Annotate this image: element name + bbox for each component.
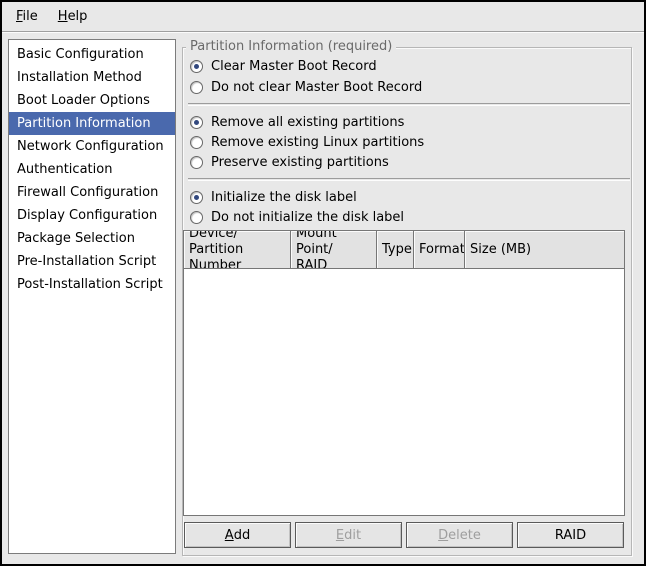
add-button-mnemonic: A bbox=[225, 528, 234, 543]
sidebar-item-installation-method[interactable]: Installation Method bbox=[9, 66, 175, 89]
column-header-device-partition-number[interactable]: Device/ Partition Number bbox=[184, 231, 291, 269]
sidebar-item-package-selection[interactable]: Package Selection bbox=[9, 227, 175, 250]
sidebar-item-authentication[interactable]: Authentication bbox=[9, 158, 175, 181]
raid-button[interactable]: RAID bbox=[517, 522, 624, 548]
sidebar-item-firewall-configuration[interactable]: Firewall Configuration bbox=[9, 181, 175, 204]
radio-selected-icon bbox=[190, 116, 203, 129]
radio-unselected-icon bbox=[190, 136, 203, 149]
column-header-type[interactable]: Type bbox=[377, 231, 414, 269]
sidebar-item-post-installation-script[interactable]: Post-Installation Script bbox=[9, 273, 175, 296]
partition-list-empty[interactable] bbox=[184, 269, 624, 515]
radio-label: Do not initialize the disk label bbox=[211, 210, 404, 225]
radio-remove-linux-partitions[interactable]: Remove existing Linux partitions bbox=[190, 133, 424, 151]
radio-preserve-partitions[interactable]: Preserve existing partitions bbox=[190, 153, 389, 171]
radio-unselected-icon bbox=[190, 81, 203, 94]
frame-title: Partition Information (required) bbox=[186, 39, 396, 55]
add-button[interactable]: Add bbox=[184, 522, 291, 548]
radio-remove-all-partitions[interactable]: Remove all existing partitions bbox=[190, 113, 404, 131]
delete-button-mnemonic: D bbox=[438, 528, 448, 543]
radio-clear-mbr[interactable]: Clear Master Boot Record bbox=[190, 57, 377, 75]
sidebar-item-display-configuration[interactable]: Display Configuration bbox=[9, 204, 175, 227]
menu-file[interactable]: File bbox=[6, 4, 48, 29]
menu-help-mnemonic: H bbox=[58, 9, 68, 24]
menu-help-label: elp bbox=[68, 9, 88, 24]
sidebar-item-basic-configuration[interactable]: Basic Configuration bbox=[9, 43, 175, 66]
radio-unselected-icon bbox=[190, 156, 203, 169]
radio-label: Remove all existing partitions bbox=[211, 115, 404, 130]
radio-label: Do not clear Master Boot Record bbox=[211, 80, 422, 95]
kickstart-configurator-window: File Help Basic Configuration Installati… bbox=[0, 0, 646, 566]
add-button-label: dd bbox=[234, 528, 251, 543]
sidebar-item-pre-installation-script[interactable]: Pre-Installation Script bbox=[9, 250, 175, 273]
column-header-size-mb[interactable]: Size (MB) bbox=[465, 231, 624, 269]
radio-label: Remove existing Linux partitions bbox=[211, 135, 424, 150]
category-list: Basic Configuration Installation Method … bbox=[8, 39, 176, 554]
radio-selected-icon bbox=[190, 60, 203, 73]
radio-label: Preserve existing partitions bbox=[211, 155, 389, 170]
delete-button-label: elete bbox=[448, 528, 481, 543]
separator bbox=[188, 178, 630, 180]
menu-help[interactable]: Help bbox=[48, 4, 98, 29]
radio-label: Clear Master Boot Record bbox=[211, 59, 377, 74]
radio-unselected-icon bbox=[190, 211, 203, 224]
column-header-format[interactable]: Format bbox=[414, 231, 465, 269]
edit-button: Edit bbox=[295, 522, 402, 548]
partition-table: Device/ Partition Number Mount Point/ RA… bbox=[183, 230, 625, 516]
raid-button-label: RAID bbox=[555, 528, 586, 543]
radio-do-not-clear-mbr[interactable]: Do not clear Master Boot Record bbox=[190, 78, 422, 96]
separator bbox=[188, 103, 630, 105]
sidebar-item-partition-information[interactable]: Partition Information bbox=[9, 112, 175, 135]
sidebar-item-boot-loader-options[interactable]: Boot Loader Options bbox=[9, 89, 175, 112]
partition-table-header: Device/ Partition Number Mount Point/ RA… bbox=[184, 231, 624, 269]
radio-initialize-disk-label[interactable]: Initialize the disk label bbox=[190, 188, 357, 206]
delete-button: Delete bbox=[406, 522, 513, 548]
edit-button-label: dit bbox=[344, 528, 361, 543]
menu-file-label: ile bbox=[23, 9, 38, 24]
edit-button-mnemonic: E bbox=[336, 528, 344, 543]
radio-do-not-initialize-disk-label[interactable]: Do not initialize the disk label bbox=[190, 208, 404, 226]
radio-label: Initialize the disk label bbox=[211, 190, 357, 205]
column-header-mount-point-raid[interactable]: Mount Point/ RAID bbox=[291, 231, 377, 269]
radio-selected-icon bbox=[190, 191, 203, 204]
sidebar-item-network-configuration[interactable]: Network Configuration bbox=[9, 135, 175, 158]
menu-bar: File Help bbox=[2, 2, 644, 32]
